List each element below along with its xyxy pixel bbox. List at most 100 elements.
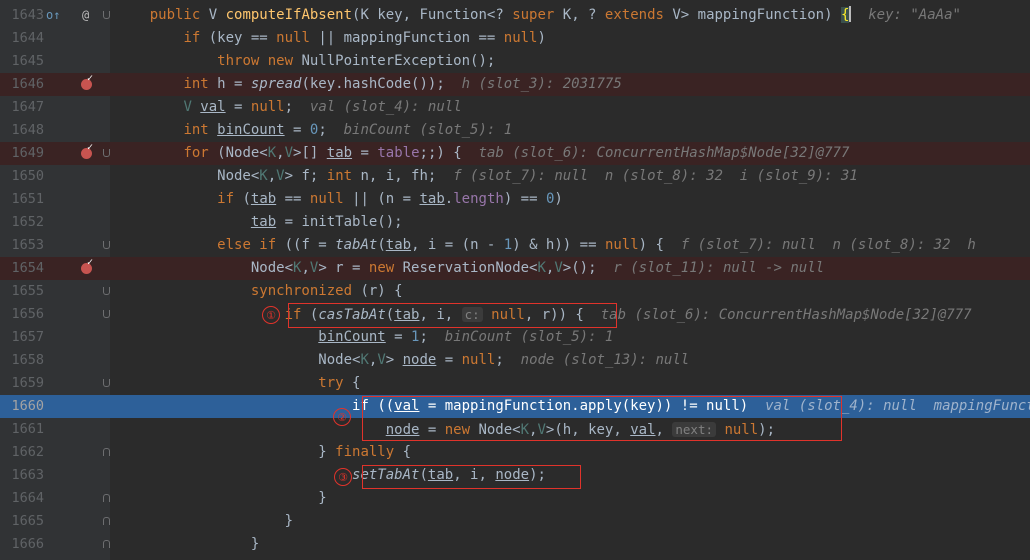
code-token: > r =	[318, 260, 369, 276]
code-line[interactable]: 1644 if (key == null || mappingFunction …	[0, 27, 1030, 50]
code-line[interactable]: 1662 } finally {	[0, 441, 1030, 464]
code-line[interactable]: 1655 synchronized (r) {	[0, 280, 1030, 303]
code-line[interactable]: 1648 int binCount = 0; binCount (slot_5)…	[0, 119, 1030, 142]
code-text[interactable]: for (Node<K,V>[] tab = table;;) { tab (s…	[116, 142, 849, 165]
code-text[interactable]: public V computeIfAbsent(K key, Function…	[116, 4, 961, 27]
code-token: synchronized	[250, 283, 361, 299]
code-line[interactable]: 1643 o↑ @ public V computeIfAbsent(K key, …	[0, 4, 1030, 27]
code-line[interactable]: 1646 ✓ int h = spread(key.hashCode()); h …	[0, 73, 1030, 96]
fold-icon[interactable]	[103, 241, 110, 249]
code-line[interactable]: 1658 Node<K,V> node = null; node (slot_1…	[0, 349, 1030, 372]
fold-icon[interactable]	[103, 448, 110, 456]
fold-icon[interactable]	[103, 149, 110, 157]
code-text[interactable]: int h = spread(key.hashCode()); h (slot_…	[116, 73, 621, 96]
overrides-icon[interactable]: o↑	[46, 4, 60, 27]
code-text[interactable]: Node<K,V> f; int n, i, fh; f (slot_7): n…	[116, 165, 858, 188]
line-number[interactable]: 1644	[0, 27, 44, 50]
line-number[interactable]: 1655	[0, 280, 44, 303]
code-line[interactable]: 1647 V val = null; val (slot_4): null	[0, 96, 1030, 119]
annotation-icon[interactable]: @	[82, 4, 89, 27]
code-token: int	[183, 122, 218, 138]
code-text[interactable]: } finally {	[116, 441, 411, 464]
code-text[interactable]: throw new NullPointerException();	[116, 50, 495, 73]
code-text[interactable]: int binCount = 0; binCount (slot_5): 1	[116, 119, 512, 142]
line-number[interactable]: 1647	[0, 96, 44, 119]
code-token: ) & h)) ==	[512, 237, 605, 253]
line-number[interactable]: 1665	[0, 510, 44, 533]
line-number[interactable]: 1661	[0, 418, 44, 441]
fold-icon[interactable]	[103, 11, 110, 19]
debug-inline-value: r (slot_11): null -> null	[613, 260, 825, 276]
line-number[interactable]: 1666	[0, 533, 44, 556]
code-line[interactable]: 1657 binCount = 1; binCount (slot_5): 1	[0, 326, 1030, 349]
code-text[interactable]: if (tab == null || (n = tab.length) == 0…	[116, 188, 563, 211]
fold-icon[interactable]	[103, 517, 110, 525]
line-number[interactable]: 1659	[0, 372, 44, 395]
code-text[interactable]: }	[116, 510, 293, 533]
line-number[interactable]: 1658	[0, 349, 44, 372]
code-line[interactable]: 1649 ✓ for (Node<K,V>[] tab = table;;) { …	[0, 142, 1030, 165]
fold-icon[interactable]	[103, 540, 110, 548]
line-number[interactable]: 1663	[0, 464, 44, 487]
code-editor[interactable]: 1643 o↑ @ public V computeIfAbsent(K key, …	[0, 0, 1030, 560]
marker-2: ②	[333, 408, 351, 426]
code-line[interactable]: 1666 }	[0, 533, 1030, 556]
code-text[interactable]: binCount = 1; binCount (slot_5): 1	[116, 326, 613, 349]
line-number[interactable]: 1654	[0, 257, 44, 280]
code-line[interactable]: 1654 ✓ Node< K, V > r = new ReservationNode<…	[0, 257, 1030, 280]
line-number[interactable]: 1648	[0, 119, 44, 142]
line-number[interactable]: 1652	[0, 211, 44, 234]
fold-icon[interactable]	[103, 379, 110, 387]
line-number[interactable]: 1656	[0, 303, 44, 326]
line-number[interactable]: 1649	[0, 142, 44, 165]
code-token: K	[360, 352, 369, 368]
code-line[interactable]: 1645 throw new NullPointerException();	[0, 50, 1030, 73]
code-text[interactable]: if (key == null || mappingFunction == nu…	[116, 27, 545, 50]
code-text[interactable]: Node<K,V> r = new ReservationNode<K,V>()…	[116, 257, 824, 280]
code-text[interactable]: Node<K,V> node = null; node (slot_13): n…	[116, 349, 689, 372]
code-text[interactable]: else if ((f = tabAt(tab, i = (n - 1) & h…	[116, 234, 976, 257]
fold-icon[interactable]	[103, 310, 110, 318]
code-token: else if	[217, 237, 285, 253]
code-line[interactable]: 1665 }	[0, 510, 1030, 533]
line-number[interactable]: 1653	[0, 234, 44, 257]
line-number[interactable]: 1645	[0, 50, 44, 73]
code-text[interactable]: try {	[116, 372, 360, 395]
code-line[interactable]: 1652 tab = initTable();	[0, 211, 1030, 234]
code-token: (key ==	[208, 30, 277, 46]
breakpoint-check-icon: ✓	[87, 73, 94, 84]
code-text[interactable]: }	[116, 487, 326, 510]
fold-icon[interactable]	[103, 287, 110, 295]
line-number[interactable]: 1664	[0, 487, 44, 510]
code-text[interactable]: tab = initTable();	[116, 211, 403, 234]
code-token: new	[368, 260, 403, 276]
code-line[interactable]: 1650 Node<K,V> f; int n, i, fh; f (slot_…	[0, 165, 1030, 188]
code-token: ;	[318, 122, 327, 138]
line-number[interactable]: 1651	[0, 188, 44, 211]
line-number[interactable]: 1650	[0, 165, 44, 188]
debug-inline-value: f (slot_7): null n (slot_8): 32 h	[680, 237, 976, 253]
line-number[interactable]: 1657	[0, 326, 44, 349]
code-token: || mappingFunction ==	[318, 30, 504, 46]
code-token: >();	[562, 260, 597, 276]
line-number[interactable]: 1660	[0, 395, 44, 418]
code-text[interactable]: }	[116, 533, 259, 556]
debug-inline-value: val (slot_4): null	[309, 99, 462, 115]
line-number[interactable]: 1662	[0, 441, 44, 464]
code-text[interactable]: synchronized (r) {	[116, 280, 403, 303]
highlight-box-settabat	[362, 465, 581, 489]
code-token: =	[225, 99, 251, 115]
line-number[interactable]: 1646	[0, 73, 44, 96]
code-line[interactable]: 1664 }	[0, 487, 1030, 510]
code-token: Node<	[116, 260, 294, 276]
code-token: (	[242, 191, 251, 207]
code-line[interactable]: 1659 try {	[0, 372, 1030, 395]
code-line[interactable]: 1651 if (tab == null || (n = tab.length)…	[0, 188, 1030, 211]
code-line[interactable]: 1653 else if ((f = tabAt(tab, i = (n - 1…	[0, 234, 1030, 257]
code-text[interactable]: V val = null; val (slot_4): null	[116, 96, 462, 119]
fold-icon[interactable]	[103, 494, 110, 502]
line-number[interactable]: 1643	[0, 4, 44, 27]
